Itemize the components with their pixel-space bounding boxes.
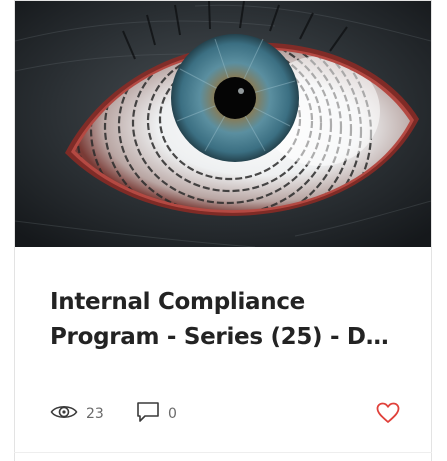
comments-count: 0 <box>168 406 177 422</box>
comments-stat[interactable]: 0 <box>136 401 177 427</box>
card-divider <box>14 452 432 453</box>
post-content: Internal Compliance Program - Series (25… <box>50 285 400 355</box>
views-count: 23 <box>86 406 104 422</box>
post-stats: 23 0 <box>50 401 400 427</box>
blog-post-card[interactable]: Internal Compliance Program - Series (25… <box>14 0 432 461</box>
post-cover-image[interactable] <box>15 1 431 247</box>
heart-icon <box>376 402 400 428</box>
fingerprint-eye-image <box>15 1 431 247</box>
comment-icon <box>136 401 160 427</box>
post-title[interactable]: Internal Compliance Program - Series (25… <box>50 285 400 355</box>
like-button[interactable] <box>376 402 400 428</box>
eye-icon <box>50 403 78 425</box>
views-stat: 23 <box>50 401 104 427</box>
